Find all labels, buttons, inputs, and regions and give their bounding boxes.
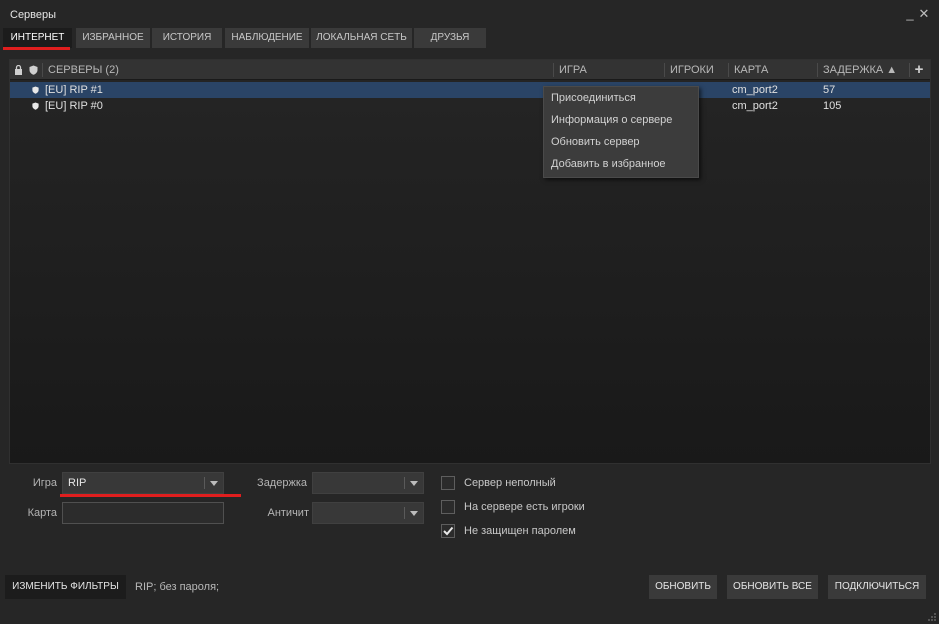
map-filter-label: Карта (27, 507, 57, 519)
server-list[interactable]: СЕРВЕРЫ (2) ИГРА ИГРОКИ КАРТА ЗАДЕРЖКА ▲… (9, 59, 931, 464)
combo-separator (404, 507, 405, 519)
server-list-header: СЕРВЕРЫ (2) ИГРА ИГРОКИ КАРТА ЗАДЕРЖКА ▲… (10, 60, 930, 80)
secure-shield-icon (32, 102, 39, 110)
menu-item-refresh-server[interactable]: Обновить сервер (544, 131, 698, 153)
header-separator (909, 63, 910, 77)
refresh-button[interactable]: ОБНОВИТЬ (649, 575, 717, 599)
combo-separator (204, 477, 205, 489)
latency-filter-label: Задержка (257, 477, 307, 489)
anticheat-filter-combo[interactable] (312, 502, 424, 524)
context-menu: Присоединиться Информация о сервере Обно… (543, 86, 699, 178)
filter-status-text: RIP; без пароля; (135, 581, 220, 593)
secure-shield-icon (32, 86, 39, 94)
server-map: cm_port2 (732, 100, 778, 112)
server-name: [EU] RIP #0 (45, 100, 103, 112)
tab-friends[interactable]: ДРУЗЬЯ (414, 28, 486, 48)
no-password-checkbox[interactable] (441, 524, 455, 538)
menu-item-server-info[interactable]: Информация о сервере (544, 109, 698, 131)
server-map: cm_port2 (732, 84, 778, 96)
header-separator (664, 63, 665, 77)
header-separator (553, 63, 554, 77)
active-tab-highlight (3, 47, 70, 50)
add-column-button[interactable]: + (912, 61, 926, 79)
chevron-down-icon (210, 481, 218, 486)
menu-item-join[interactable]: Присоединиться (544, 87, 698, 109)
tab-spectate[interactable]: НАБЛЮДЕНИЕ (225, 28, 309, 48)
connect-button[interactable]: ПОДКЛЮЧИТЬСЯ (828, 575, 926, 599)
title-bar: Серверы _ ✕ (0, 0, 939, 28)
minimize-button[interactable]: _ (903, 6, 917, 22)
anticheat-filter-label: Античит (267, 507, 309, 519)
column-latency[interactable]: ЗАДЕРЖКА ▲ (819, 60, 905, 80)
game-filter-highlight (60, 494, 241, 497)
resize-grip-icon[interactable] (927, 612, 937, 622)
chevron-down-icon (410, 511, 418, 516)
tab-internet[interactable]: ИНТЕРНЕТ (3, 28, 72, 48)
game-filter-value: RIP (68, 477, 87, 489)
tab-history[interactable]: ИСТОРИЯ (152, 28, 222, 48)
server-latency: 105 (823, 100, 842, 112)
header-separator (728, 63, 729, 77)
latency-filter-combo[interactable] (312, 472, 424, 494)
map-filter-input[interactable] (62, 502, 224, 524)
refresh-all-button[interactable]: ОБНОВИТЬ ВСЕ (727, 575, 818, 599)
shield-icon[interactable] (29, 65, 38, 75)
column-players[interactable]: ИГРОКИ (666, 60, 727, 80)
column-servers[interactable]: СЕРВЕРЫ (2) (44, 60, 552, 80)
tab-favorites[interactable]: ИЗБРАННОЕ (76, 28, 150, 48)
column-game[interactable]: ИГРА (555, 60, 663, 80)
not-full-checkbox[interactable] (441, 476, 455, 490)
menu-item-add-favorite[interactable]: Добавить в избранное (544, 153, 698, 175)
combo-separator (404, 477, 405, 489)
server-row[interactable]: [EU] RIP #1 cm_port2 57 (10, 82, 930, 98)
close-button[interactable]: ✕ (917, 6, 931, 22)
no-password-label[interactable]: Не защищен паролем (464, 525, 576, 537)
tab-lan[interactable]: ЛОКАЛЬНАЯ СЕТЬ (311, 28, 412, 48)
game-filter-combo[interactable]: RIP (62, 472, 224, 494)
window-title: Серверы (10, 9, 57, 21)
server-name: [EU] RIP #1 (45, 84, 103, 96)
column-map[interactable]: КАРТА (730, 60, 816, 80)
lock-icon[interactable] (14, 65, 23, 75)
header-separator (42, 63, 43, 77)
header-separator (817, 63, 818, 77)
edit-filters-button[interactable]: ИЗМЕНИТЬ ФИЛЬТРЫ (5, 575, 126, 599)
has-players-label[interactable]: На сервере есть игроки (464, 501, 585, 513)
checkmark-icon (443, 526, 454, 536)
server-latency: 57 (823, 84, 836, 96)
game-filter-label: Игра (32, 477, 57, 489)
has-players-checkbox[interactable] (441, 500, 455, 514)
not-full-label[interactable]: Сервер неполный (464, 477, 556, 489)
chevron-down-icon (410, 481, 418, 486)
server-row[interactable]: [EU] RIP #0 cm_port2 105 (10, 98, 930, 114)
